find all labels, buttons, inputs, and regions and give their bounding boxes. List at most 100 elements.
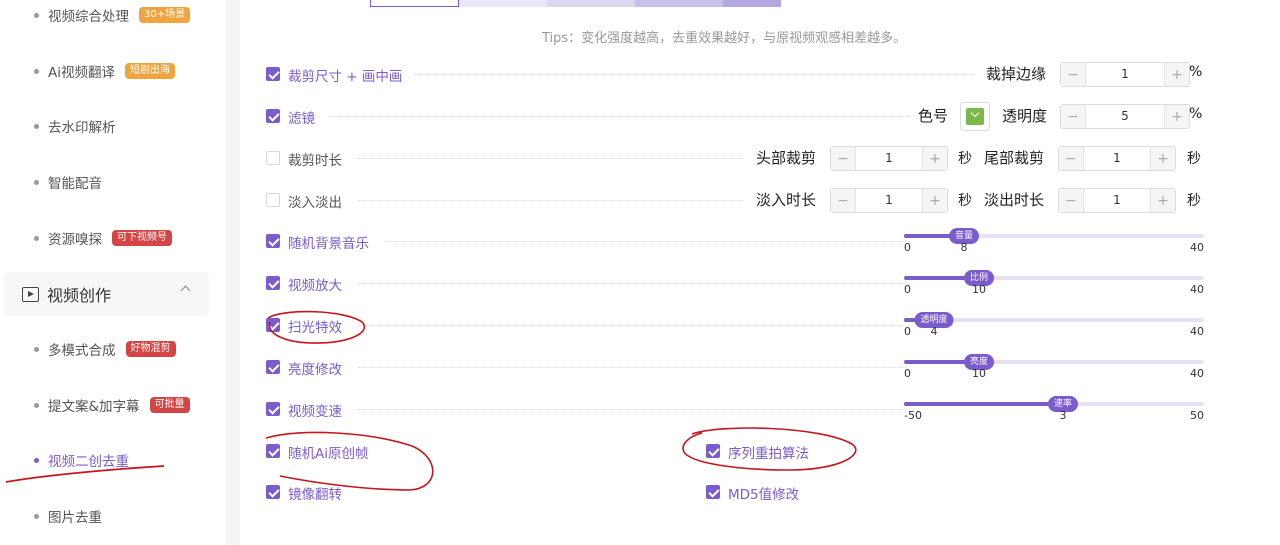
sidebar-item-sniffer[interactable]: 资源嗅探 可下视频号 (34, 226, 172, 250)
option-label: 裁剪尺寸 + 画中画 (288, 69, 403, 85)
stepper-value[interactable]: 1 (855, 189, 923, 212)
mirror-checkbox[interactable] (266, 485, 280, 499)
slider-max: 50 (1190, 409, 1204, 422)
dotted-leader (358, 409, 906, 410)
color-picker[interactable] (960, 102, 990, 131)
unit-label: 秒 (1187, 193, 1201, 209)
stepper-value[interactable]: 1 (1083, 189, 1151, 212)
reorder-checkbox[interactable] (706, 444, 720, 458)
slider-max: 40 (1190, 367, 1204, 380)
option-label: 淡入淡出 (288, 195, 342, 211)
sidebar-item-video-process[interactable]: 视频综合处理 30+场景 (34, 3, 191, 27)
brightness-checkbox[interactable] (266, 360, 280, 374)
option-label: 亮度修改 (288, 362, 342, 378)
minus-button[interactable]: − (1061, 63, 1085, 86)
fade-in-label: 淡入时长 (756, 191, 817, 209)
sidebar-item-ai-translate[interactable]: Ai视频翻译 短剧出海 (34, 59, 175, 83)
sweep-checkbox[interactable] (266, 318, 280, 332)
crop-edge-label: 裁掉边缘 (986, 65, 1047, 83)
sidebar-item-subtitles[interactable]: 提文案&加字幕 可批量 (34, 393, 190, 417)
dotted-leader (358, 158, 744, 159)
tail-trim-stepper[interactable]: − 1 + (1058, 146, 1176, 171)
sidebar-badge: 可下视频号 (112, 230, 172, 246)
sidebar-item-image-dedup[interactable]: 图片去重 (34, 504, 102, 528)
zoom-checkbox[interactable] (266, 276, 280, 290)
intensity-tab[interactable] (547, 0, 635, 7)
intensity-tab[interactable] (370, 0, 459, 7)
slider-min: 0 (904, 325, 911, 338)
stepper-value[interactable]: 1 (855, 147, 923, 170)
fade-checkbox[interactable] (266, 193, 280, 207)
stepper-value[interactable]: 5 (1085, 105, 1165, 128)
head-trim-stepper[interactable]: − 1 + (830, 146, 948, 171)
bullet-icon (34, 235, 39, 241)
plus-button[interactable]: + (1165, 105, 1189, 128)
dotted-leader (386, 241, 906, 242)
slider-max: 40 (1190, 283, 1204, 296)
crop-pip-checkbox[interactable] (266, 67, 280, 81)
fade-out-stepper[interactable]: − 1 + (1058, 188, 1176, 213)
sidebar-badge: 30+场景 (139, 7, 191, 23)
intensity-tab[interactable] (459, 0, 547, 7)
volume-slider[interactable]: 音量 0 8 40 (904, 228, 1204, 272)
bgm-checkbox[interactable] (266, 234, 280, 248)
minus-button[interactable]: − (831, 147, 855, 170)
slider-min: 0 (904, 367, 911, 380)
plus-button[interactable]: + (923, 189, 947, 212)
option-md5: MD5值修改 (706, 480, 1006, 504)
minus-button[interactable]: − (1059, 189, 1083, 212)
filter-checkbox[interactable] (266, 109, 280, 123)
fade-in-stepper[interactable]: − 1 + (830, 188, 948, 213)
speed-checkbox[interactable] (266, 402, 280, 416)
plus-button[interactable]: + (923, 147, 947, 170)
stepper-value[interactable]: 1 (1083, 147, 1151, 170)
trim-checkbox[interactable] (266, 151, 280, 165)
minus-button[interactable]: − (831, 189, 855, 212)
sidebar-item-video-dedup[interactable]: 视频二创去重 (34, 448, 129, 472)
opacity-stepper[interactable]: − 5 + (1060, 104, 1190, 129)
slider-value: 4 (930, 325, 938, 338)
intensity-tab[interactable] (635, 0, 723, 7)
sidebar-group-video-creation[interactable]: 视频创作 (4, 272, 209, 316)
plus-button[interactable]: + (1151, 147, 1175, 170)
sidebar-item-label: 智能配音 (48, 176, 102, 192)
option-label: 滤镜 (288, 111, 315, 127)
sidebar-item-label: Ai视频翻译 (48, 65, 115, 81)
bullet-icon (34, 12, 39, 18)
stepper-value[interactable]: 1 (1085, 63, 1165, 86)
slider-fill (904, 402, 1063, 406)
plus-button[interactable]: + (1151, 189, 1175, 212)
crop-edge-stepper[interactable]: − 1 + (1060, 62, 1190, 87)
minus-button[interactable]: − (1061, 105, 1085, 128)
slider-min: 0 (904, 283, 911, 296)
plus-button[interactable]: + (1165, 63, 1189, 86)
option-label: 镜像翻转 (288, 487, 342, 503)
scale-slider[interactable]: 比例 0 10 40 (904, 270, 1204, 314)
sidebar-item-label: 图片去重 (48, 510, 102, 526)
chevron-up-icon[interactable] (180, 285, 191, 296)
brightness-slider[interactable]: 亮度 0 10 40 (904, 354, 1204, 398)
opacity-label: 透明度 (1002, 107, 1048, 125)
slider-value: 10 (972, 367, 986, 380)
unit-label: % (1189, 106, 1203, 122)
option-mirror: 镜像翻转 (266, 480, 666, 504)
intensity-tab[interactable] (723, 0, 781, 7)
option-random-frame: 随机Ai原创帧 (266, 439, 666, 463)
sidebar-item-watermark[interactable]: 去水印解析 (34, 114, 116, 138)
dotted-leader (330, 116, 910, 117)
md5-checkbox[interactable] (706, 485, 720, 499)
speed-slider[interactable]: 速率 -50 3 50 (904, 396, 1204, 440)
sidebar-item-label: 提文案&加字幕 (48, 399, 140, 415)
sidebar-item-label: 视频二创去重 (48, 454, 129, 470)
unit-label: 秒 (1187, 151, 1201, 167)
tips-text: Tips：变化强度越高，去重效果越好，与原视频观感相差越多。 (542, 31, 907, 46)
sweep-opacity-slider[interactable]: 透明度 0 4 40 (904, 312, 1204, 356)
sidebar-item-multi-mode[interactable]: 多模式合成 好物混剪 (34, 337, 176, 361)
sidebar-item-dubbing[interactable]: 智能配音 (34, 170, 102, 194)
bullet-icon (34, 179, 39, 185)
minus-button[interactable]: − (1059, 147, 1083, 170)
sidebar: 视频综合处理 30+场景 Ai视频翻译 短剧出海 去水印解析 智能配音 资源嗅探… (0, 0, 226, 545)
random-frame-checkbox[interactable] (266, 444, 280, 458)
option-label: 裁剪时长 (288, 153, 342, 169)
option-fade: 淡入淡出 淡入时长 − 1 + 秒 淡出时长 − 1 + 秒 (266, 188, 1206, 213)
